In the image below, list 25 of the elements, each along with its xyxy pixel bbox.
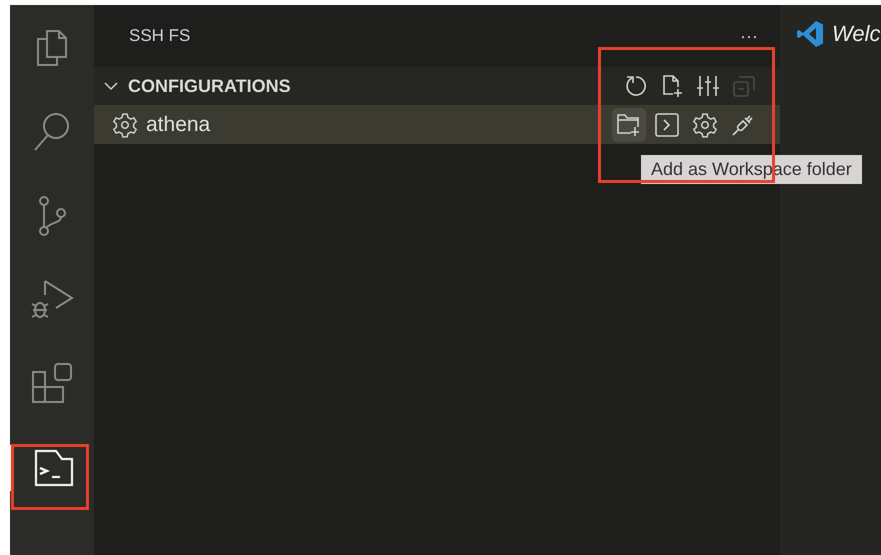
debug-run-icon <box>30 279 74 321</box>
view-title: SSH FS <box>129 26 190 46</box>
more-actions-button[interactable]: ··· <box>740 26 758 46</box>
branch-icon <box>37 196 67 236</box>
tree-item[interactable]: athena <box>94 105 780 144</box>
extensions-icon <box>30 362 74 406</box>
files-icon <box>35 29 69 67</box>
gear-icon <box>112 112 138 138</box>
refresh-icon <box>624 74 648 98</box>
add-folder-button[interactable] <box>612 108 646 142</box>
terminal-icon <box>654 112 680 138</box>
section-header[interactable]: CONFIGURATIONS <box>94 67 780 105</box>
collapse-all-icon <box>732 74 756 98</box>
code-editor-logo-icon <box>796 20 824 48</box>
terminal-folder-icon <box>34 448 74 488</box>
editor-tab[interactable]: Welc <box>796 20 881 48</box>
tree-item-label: athena <box>146 112 212 136</box>
folder-plus-icon <box>616 112 642 138</box>
new-file-icon <box>660 74 684 98</box>
search-icon <box>33 112 71 152</box>
tab-label: Welc <box>832 21 880 47</box>
settings-icon <box>692 112 718 138</box>
section-title: CONFIGURATIONS <box>128 76 292 96</box>
chevron-icon <box>104 81 118 91</box>
sliders-icon <box>696 74 720 98</box>
